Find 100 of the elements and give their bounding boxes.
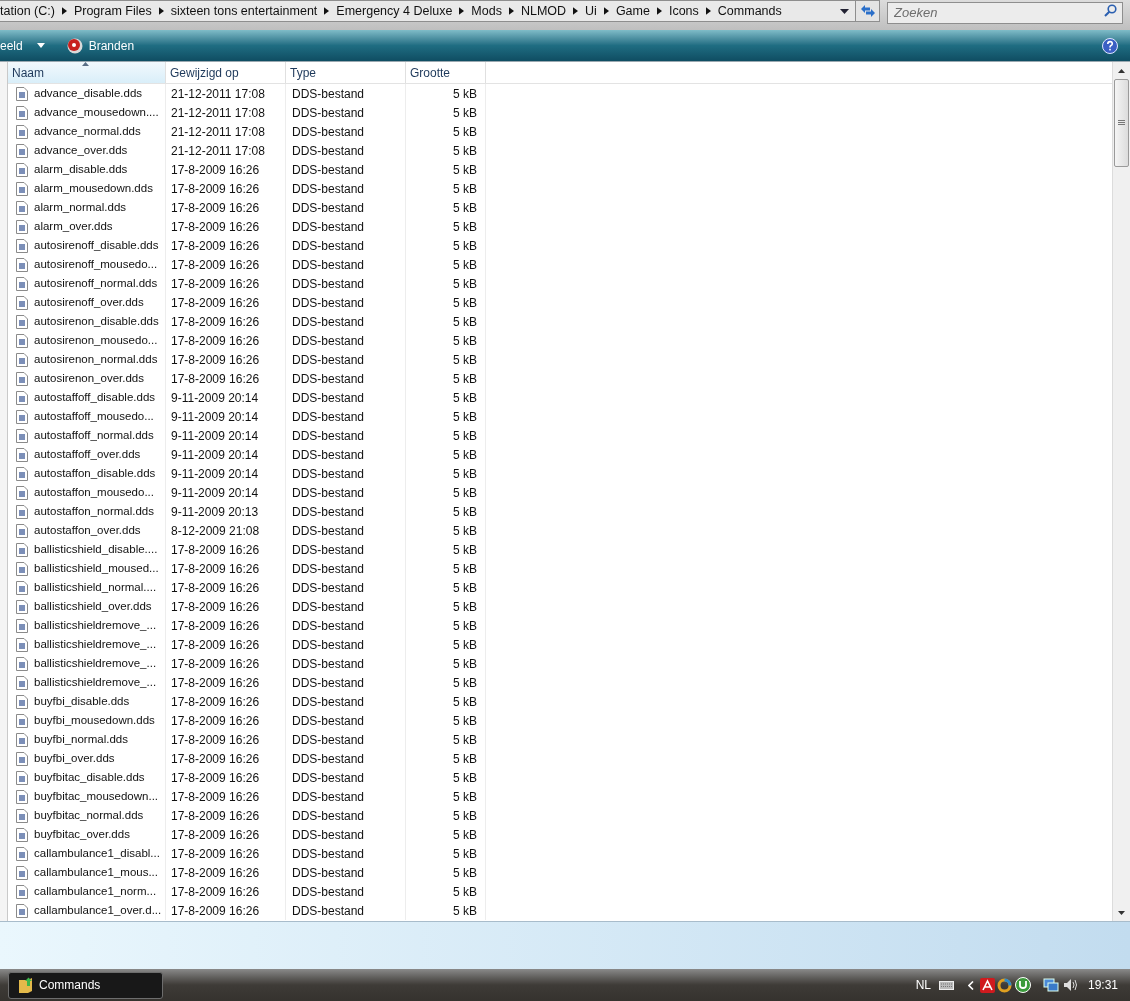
file-name[interactable]: advance_disable.dds — [34, 84, 143, 103]
breadcrumb-segment[interactable]: tation (C:) — [0, 1, 55, 21]
file-name[interactable]: alarm_over.dds — [34, 217, 113, 236]
address-bar[interactable]: tation (C:) Program Files sixteen tons entertainment Emergency 4 Deluxe Mods NLMOD Ui Game Icons Commands — [0, 0, 856, 22]
file-type: DDS-bestand — [292, 617, 365, 635]
search-icon[interactable] — [1104, 4, 1117, 17]
file-type: DDS-bestand — [292, 389, 365, 407]
file-name[interactable]: autostaffon_mousedo... — [34, 483, 154, 502]
file-name[interactable]: buyfbitac_over.dds — [34, 825, 130, 844]
breadcrumb-arrow-icon[interactable] — [573, 7, 579, 15]
dropdown-caret-icon[interactable] — [840, 8, 849, 14]
breadcrumb-arrow-icon[interactable] — [705, 7, 711, 15]
file-name[interactable]: autosirenon_mousedo... — [34, 331, 158, 350]
modified-date: 17-8-2009 16:26 — [171, 826, 260, 844]
file-name[interactable]: autostaffon_disable.dds — [34, 464, 156, 483]
file-size: 5 kB — [453, 655, 477, 673]
file-name[interactable]: autostaffon_normal.dds — [34, 502, 154, 521]
file-name[interactable]: autosirenon_normal.dds — [34, 350, 158, 369]
burn-button[interactable]: Branden — [62, 32, 139, 59]
file-name[interactable]: autosirenoff_over.dds — [34, 293, 144, 312]
file-name[interactable]: buyfbi_normal.dds — [34, 730, 128, 749]
modified-date: 17-8-2009 16:26 — [171, 180, 260, 198]
file-name[interactable]: callambulance1_over.d... — [34, 901, 162, 920]
file-name[interactable]: buyfbi_over.dds — [34, 749, 115, 768]
file-name[interactable]: autostaffoff_normal.dds — [34, 426, 154, 445]
file-name[interactable]: buyfbitac_normal.dds — [34, 806, 144, 825]
breadcrumb-arrow-icon[interactable] — [158, 7, 164, 15]
breadcrumb-arrow-icon[interactable] — [459, 7, 465, 15]
file-name[interactable]: autosirenoff_normal.dds — [34, 274, 158, 293]
file-name[interactable]: buyfbitac_mousedown... — [34, 787, 159, 806]
file-icon — [16, 542, 28, 557]
breadcrumb-segment[interactable]: Commands — [717, 1, 782, 21]
breadcrumb-arrow-icon[interactable] — [508, 7, 514, 15]
ring-tray-icon[interactable] — [996, 977, 1012, 993]
file-name[interactable]: buyfbi_mousedown.dds — [34, 711, 155, 730]
file-name[interactable]: advance_mousedown.... — [34, 103, 159, 122]
breadcrumb-segment[interactable]: Game — [615, 1, 650, 21]
column-header[interactable]: Naam — [8, 62, 166, 83]
file-name[interactable]: ballisticshieldremove_... — [34, 635, 157, 654]
file-name[interactable]: buyfbitac_disable.dds — [34, 768, 145, 787]
speaker-icon[interactable] — [1062, 978, 1079, 992]
file-name[interactable]: autosirenon_over.dds — [34, 369, 144, 388]
file-icon — [16, 409, 28, 424]
file-name[interactable]: ballisticshieldremove_... — [34, 616, 157, 635]
file-name[interactable]: advance_normal.dds — [34, 122, 141, 141]
clock[interactable]: 19:31 — [1087, 976, 1118, 994]
file-name[interactable]: advance_over.dds — [34, 141, 128, 160]
vertical-scrollbar[interactable] — [1112, 62, 1130, 921]
file-name[interactable]: autostaffoff_mousedo... — [34, 407, 154, 426]
file-name[interactable]: ballisticshield_normal.... — [34, 578, 157, 597]
help-icon[interactable] — [1102, 37, 1118, 54]
modified-date: 17-8-2009 16:26 — [171, 902, 260, 920]
file-name[interactable]: alarm_normal.dds — [34, 198, 127, 217]
taskbar-window-button[interactable]: Commands — [8, 971, 163, 999]
modified-date: 17-8-2009 16:26 — [171, 313, 260, 331]
breadcrumb-segment[interactable]: Ui — [585, 1, 597, 21]
file-type: DDS-bestand — [292, 142, 365, 160]
file-size: 5 kB — [453, 180, 477, 198]
file-name[interactable]: ballisticshield_disable.... — [34, 540, 158, 559]
file-name[interactable]: autostaffoff_over.dds — [34, 445, 141, 464]
file-name[interactable]: ballisticshieldremove_... — [34, 673, 157, 692]
search-field[interactable]: Zoeken — [887, 1, 1123, 24]
file-name[interactable]: alarm_mousedown.dds — [34, 179, 153, 198]
file-name[interactable]: autosirenoff_mousedo... — [34, 255, 158, 274]
keyboard-icon[interactable] — [938, 980, 954, 990]
file-name[interactable]: autostaffon_over.dds — [34, 521, 141, 540]
file-name[interactable]: alarm_disable.dds — [34, 160, 128, 179]
breadcrumb-arrow-icon[interactable] — [603, 7, 609, 15]
torrent-tray-icon[interactable] — [1014, 977, 1031, 993]
file-name[interactable]: autostaffoff_disable.dds — [34, 388, 156, 407]
file-name[interactable]: ballisticshield_over.dds — [34, 597, 152, 616]
file-name[interactable]: buyfbi_disable.dds — [34, 692, 130, 711]
breadcrumb-segment[interactable]: Program Files — [73, 1, 152, 21]
breadcrumb-arrow-icon[interactable] — [656, 7, 662, 15]
file-name[interactable]: ballisticshieldremove_... — [34, 654, 157, 673]
scroll-up-icon[interactable] — [1118, 69, 1125, 73]
file-icon — [16, 238, 28, 253]
toolbar-menu-button[interactable]: eeld — [0, 32, 53, 59]
file-name[interactable]: autosirenon_disable.dds — [34, 312, 159, 331]
breadcrumb-segment[interactable]: Icons — [668, 1, 699, 21]
file-name[interactable]: ballisticshield_moused... — [34, 559, 159, 578]
breadcrumb-segment[interactable]: Mods — [471, 1, 502, 21]
file-icon — [16, 751, 28, 766]
file-name[interactable]: autosirenoff_disable.dds — [34, 236, 159, 255]
scrollbar-thumb[interactable] — [1114, 79, 1129, 167]
file-name[interactable]: callambulance1_disabl... — [34, 844, 160, 863]
breadcrumb-segment[interactable]: NLMOD — [520, 1, 567, 21]
language-indicator[interactable]: NL — [915, 976, 931, 994]
network-icon[interactable] — [1042, 977, 1059, 993]
refresh-button[interactable] — [856, 0, 880, 22]
file-size: 5 kB — [453, 769, 477, 787]
file-name[interactable]: callambulance1_mous... — [34, 863, 158, 882]
chevron-left-icon[interactable] — [967, 980, 974, 990]
file-name[interactable]: callambulance1_norm... — [34, 882, 157, 901]
breadcrumb-arrow-icon[interactable] — [324, 7, 330, 15]
breadcrumb-segment[interactable]: sixteen tons entertainment — [170, 1, 318, 21]
scroll-down-icon[interactable] — [1118, 911, 1125, 915]
file-type: DDS-bestand — [292, 541, 365, 559]
breadcrumb-arrow-icon[interactable] — [61, 7, 67, 15]
breadcrumb-segment[interactable]: Emergency 4 Deluxe — [336, 1, 453, 21]
